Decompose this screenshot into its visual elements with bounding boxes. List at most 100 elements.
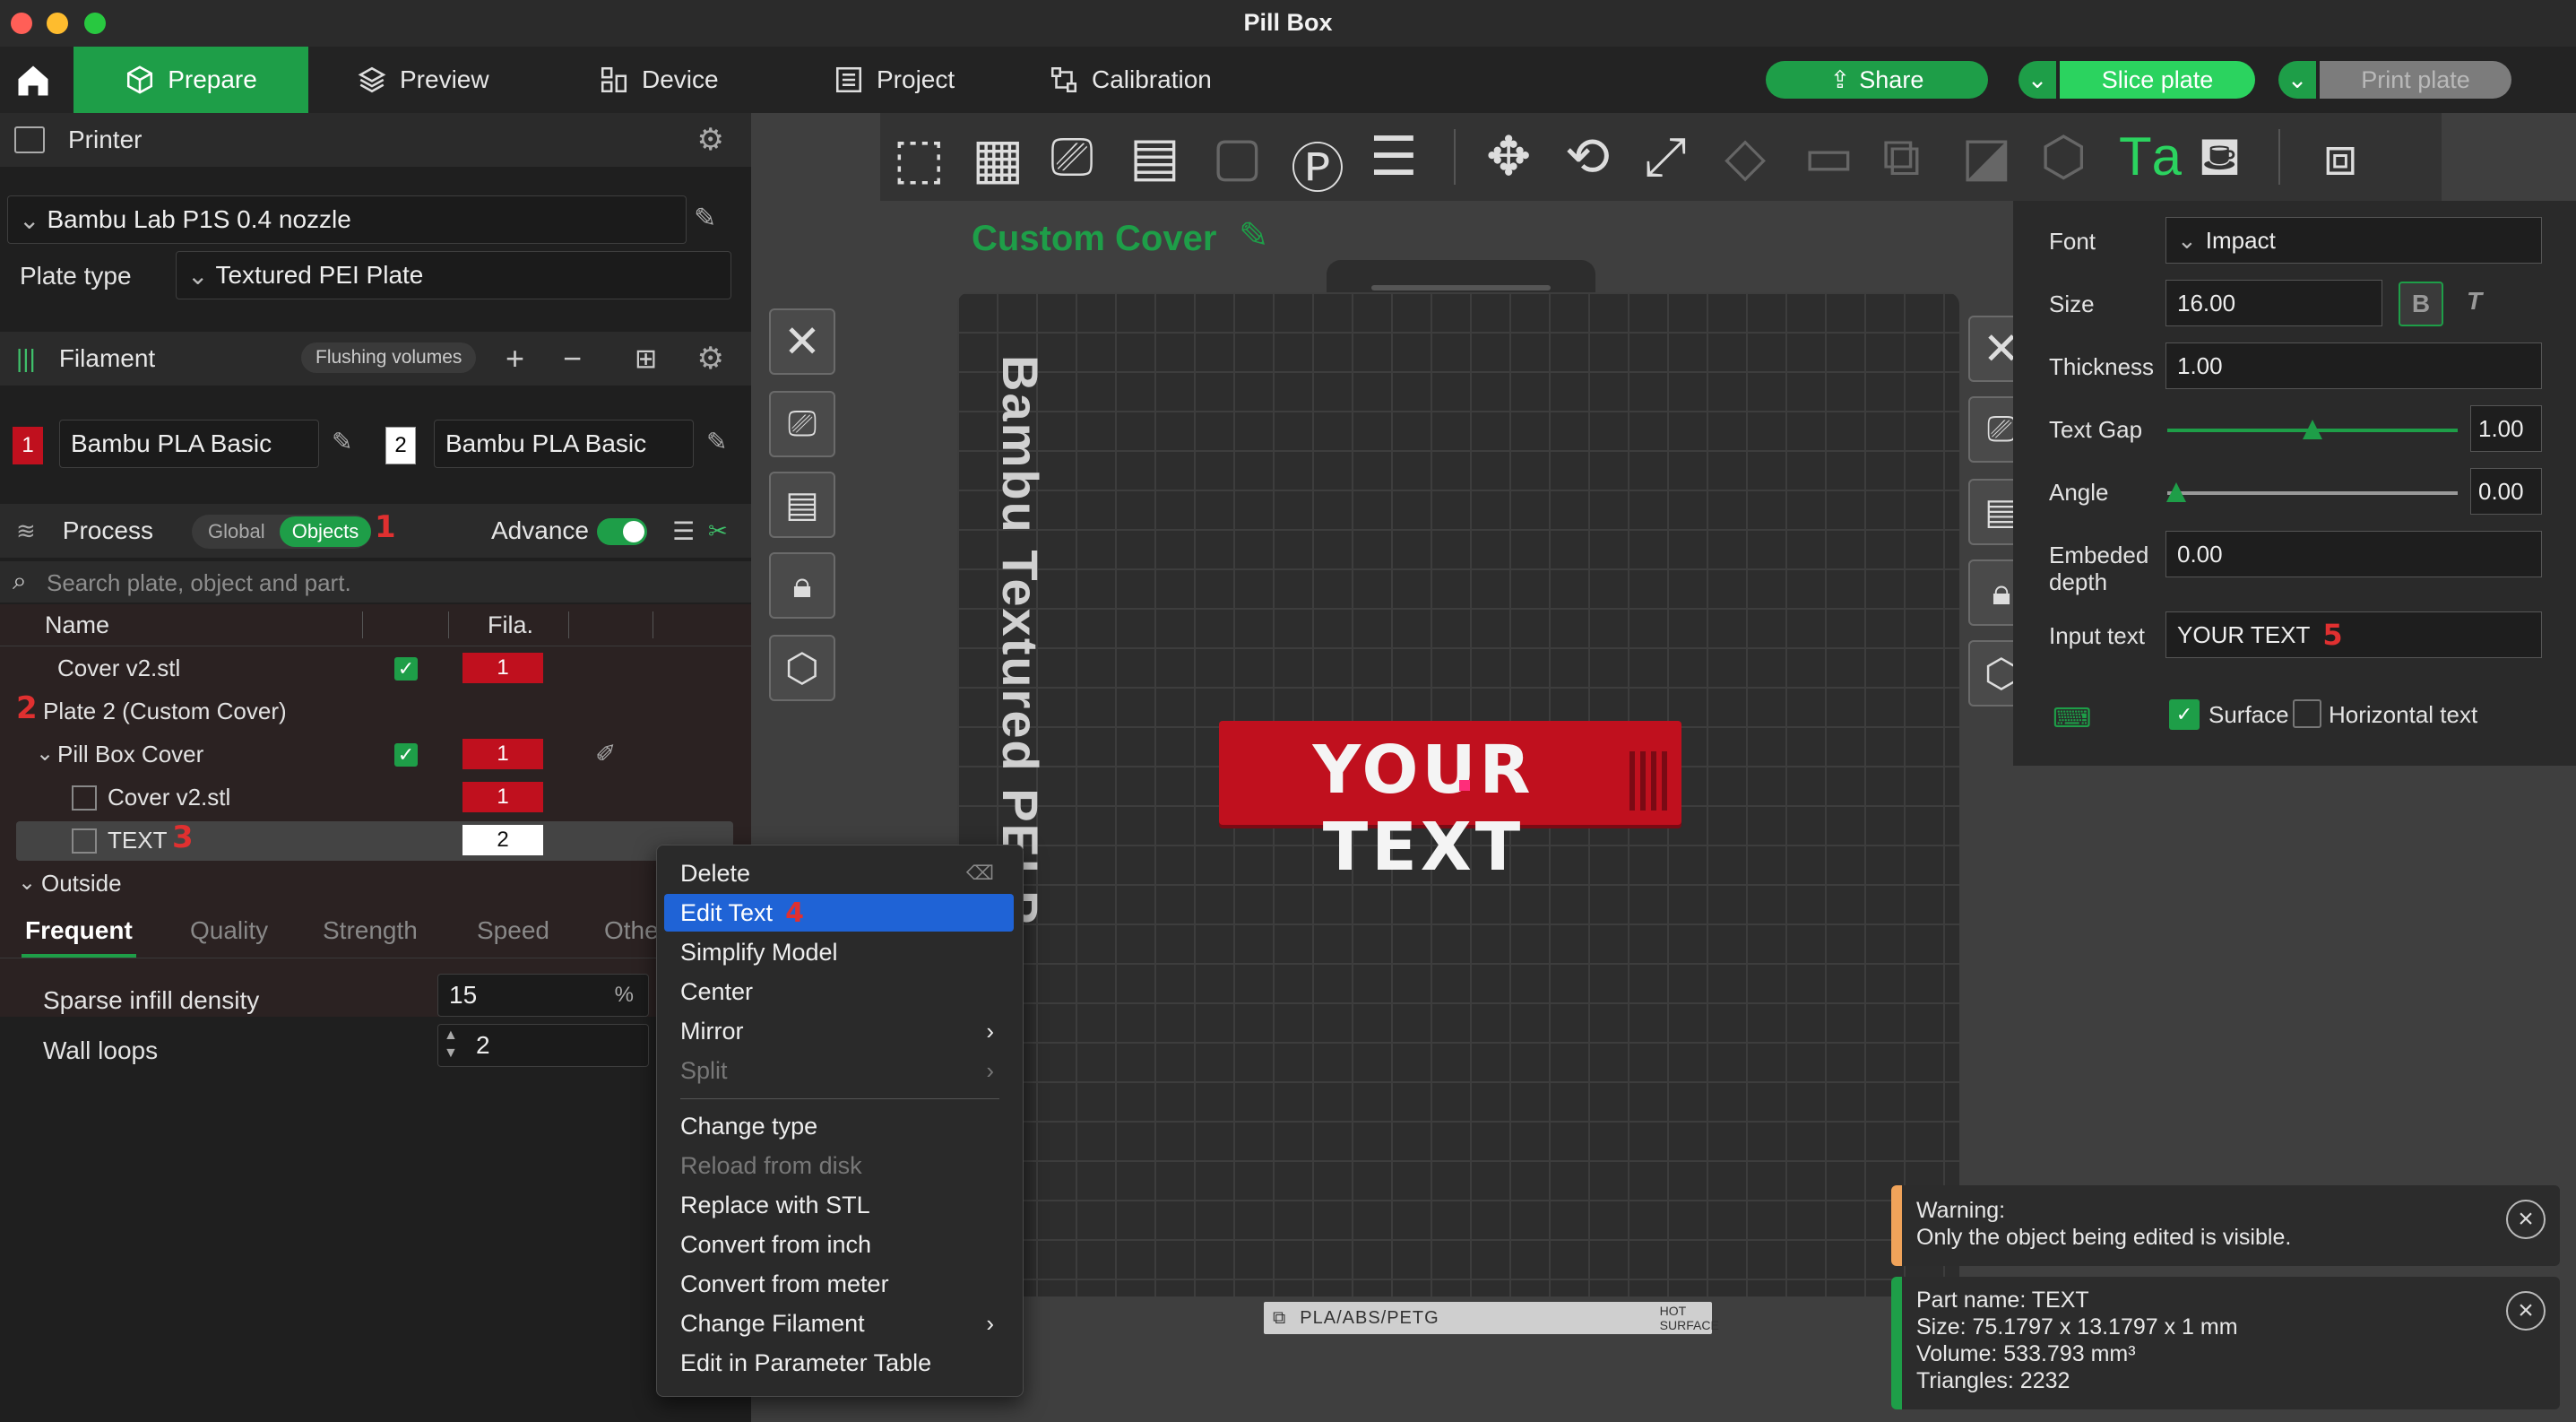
slice-dropdown-button[interactable]: ⌄	[2018, 61, 2056, 99]
angle-input[interactable]: 0.00	[2470, 468, 2542, 515]
advance-toggle[interactable]	[597, 518, 647, 545]
text-tool-icon[interactable]: Tа	[2119, 126, 2182, 187]
rotate-icon[interactable]: ⟲	[1565, 126, 1610, 188]
menu-item-mirror[interactable]: Mirror ›	[664, 1012, 1014, 1050]
grid-icon[interactable]: ▦	[972, 126, 1024, 191]
plate-settings-icon[interactable]: ⬡	[769, 635, 835, 701]
filament-index[interactable]: 1	[462, 739, 543, 769]
objects-option[interactable]: Objects	[280, 516, 371, 547]
home-icon[interactable]	[13, 61, 56, 100]
tree-row-selected[interactable]: TEXT 3 2	[16, 819, 733, 861]
chevron-down-icon[interactable]: ⌄	[18, 870, 36, 896]
support-paint-icon[interactable]: ◪	[1961, 126, 2012, 188]
horizontal-text-checkbox[interactable]	[2293, 699, 2321, 728]
embedded-depth-input[interactable]: 0.00	[2165, 531, 2542, 577]
global-objects-toggle[interactable]: Global Objects	[192, 515, 371, 549]
seam-paint-icon[interactable]: ⬡	[2040, 126, 2087, 188]
stepper-arrows-icon[interactable]: ▲ ▼	[444, 1027, 458, 1062]
edit-plate-name-icon[interactable]: ✎	[1239, 215, 1269, 256]
edit-printer-icon[interactable]: ✎	[694, 203, 716, 234]
arrange-icon[interactable]: ▤	[769, 472, 835, 538]
plate-icon[interactable]: Ⓟ	[1291, 126, 1344, 204]
split-objects-icon[interactable]: ▢	[1212, 126, 1263, 188]
gear-icon[interactable]: ⚙	[697, 341, 724, 377]
auto-orient-icon[interactable]: ⎚	[769, 391, 835, 457]
tree-row[interactable]: 2 Plate 2 (Custom Cover)	[0, 690, 751, 732]
text-gap-input[interactable]: 1.00	[2470, 405, 2542, 452]
tab-others[interactable]: Othe	[604, 916, 659, 945]
menu-item-change-type[interactable]: Change type	[664, 1107, 1014, 1145]
italic-button[interactable]: T	[2467, 287, 2482, 316]
menu-item-replace-with-stl[interactable]: Replace with STL	[664, 1186, 1014, 1224]
menu-item-delete[interactable]: Delete ⌫	[664, 854, 1014, 892]
search-input[interactable]: Search plate, object and part.	[47, 569, 351, 597]
checkbox[interactable]: ✓	[394, 657, 418, 681]
chevron-down-icon[interactable]: ⌄	[36, 741, 54, 767]
slider-thumb[interactable]	[2166, 482, 2186, 502]
close-icon[interactable]: ✕	[769, 308, 835, 375]
arrange-icon[interactable]: ▤	[1129, 126, 1180, 188]
menu-item-convert-from-inch[interactable]: Convert from inch	[664, 1226, 1014, 1263]
tab-prepare[interactable]: Prepare	[73, 47, 308, 113]
filament-index[interactable]: 2	[462, 825, 543, 855]
global-option[interactable]: Global	[208, 520, 265, 543]
list-icon[interactable]: ☰	[672, 516, 695, 546]
bold-button[interactable]: B	[2399, 282, 2443, 326]
font-select[interactable]: ⌄ Impact	[2165, 217, 2542, 264]
add-filament-icon[interactable]: +	[506, 340, 524, 377]
remove-filament-icon[interactable]: −	[563, 340, 582, 377]
assembly-icon[interactable]: ⧈	[2323, 126, 2357, 188]
edit-filament-icon[interactable]: ✎	[332, 427, 352, 456]
share-button[interactable]: ⇪ Share	[1766, 61, 1988, 99]
menu-item-convert-from-meter[interactable]: Convert from meter	[664, 1265, 1014, 1303]
menu-item-center[interactable]: Center	[664, 973, 1014, 1010]
tree-row[interactable]: Cover v2.stl 1	[0, 778, 751, 818]
move-icon[interactable]: ✥	[1486, 126, 1531, 188]
print-dropdown-button[interactable]: ⌄	[2278, 61, 2316, 99]
filament-index[interactable]: 1	[462, 782, 543, 812]
surface-checkbox[interactable]: ✓	[2169, 699, 2200, 730]
menu-item-edit-in-parameter-table[interactable]: Edit in Parameter Table	[664, 1344, 1014, 1382]
process-compare-icon[interactable]: ✂	[708, 517, 728, 545]
flushing-volumes-button[interactable]: Flushing volumes	[301, 342, 477, 373]
filament-slot-1-select[interactable]: Bambu PLA Basic	[59, 420, 319, 468]
close-icon[interactable]: ×	[2506, 1200, 2546, 1239]
menu-item-change-filament[interactable]: Change Filament ›	[664, 1305, 1014, 1342]
tree-row[interactable]: ⌄ Pill Box Cover ✓ 1 ✐	[0, 735, 751, 775]
gear-icon[interactable]: ⚙	[697, 122, 724, 158]
filament-slot-2-select[interactable]: Bambu PLA Basic	[434, 420, 694, 468]
tab-device[interactable]: Device	[599, 47, 719, 113]
keyboard-icon[interactable]: ⌨	[2053, 703, 2091, 734]
wall-loops-stepper[interactable]: ▲ ▼ 2	[437, 1024, 649, 1067]
slider-thumb[interactable]	[2303, 420, 2322, 439]
edit-filament-icon[interactable]: ✎	[706, 427, 727, 456]
tab-strength[interactable]: Strength	[323, 916, 418, 945]
scale-icon[interactable]: ⤢	[1644, 126, 1687, 188]
paint-brush-icon[interactable]: ✐	[595, 739, 616, 768]
mesh-boolean-icon[interactable]: ⧉	[1882, 126, 1921, 188]
angle-slider[interactable]	[2166, 482, 2458, 502]
tree-row[interactable]: ⌄ Outside	[0, 864, 751, 904]
size-input[interactable]: 16.00	[2165, 280, 2382, 326]
filament-index[interactable]: 1	[462, 653, 543, 683]
checkbox[interactable]: ✓	[394, 743, 418, 767]
lay-on-face-icon[interactable]: ◇	[1725, 126, 1766, 188]
filament-slot-2-badge[interactable]: 2	[385, 427, 416, 464]
search-bar[interactable]: ⌕ Search plate, object and part.	[0, 561, 751, 603]
auto-orient-icon[interactable]: ⎚	[1050, 126, 1094, 188]
text-gap-slider[interactable]	[2167, 420, 2458, 439]
layers-list-icon[interactable]: ☰	[1370, 126, 1418, 188]
input-text-field[interactable]: YOUR TEXT 5	[2165, 611, 2542, 658]
add-object-icon[interactable]: ⬚	[893, 126, 955, 190]
print-plate-button[interactable]: Print plate	[2320, 61, 2511, 99]
filament-sync-icon[interactable]: ⊞	[635, 343, 657, 375]
tab-speed[interactable]: Speed	[477, 916, 549, 945]
cut-icon[interactable]: ▭	[1803, 126, 1854, 188]
lock-icon[interactable]: 🔒︎	[769, 552, 835, 619]
slice-plate-button[interactable]: Slice plate	[2060, 61, 2255, 99]
text-model[interactable]: YOUR TEXT	[1219, 721, 1681, 886]
menu-item-simplify-model[interactable]: Simplify Model	[664, 933, 1014, 971]
color-paint-icon[interactable]: ⛾	[2198, 126, 2242, 195]
tab-project[interactable]: Project	[834, 47, 955, 113]
sparse-infill-input[interactable]: 15 %	[437, 974, 649, 1017]
